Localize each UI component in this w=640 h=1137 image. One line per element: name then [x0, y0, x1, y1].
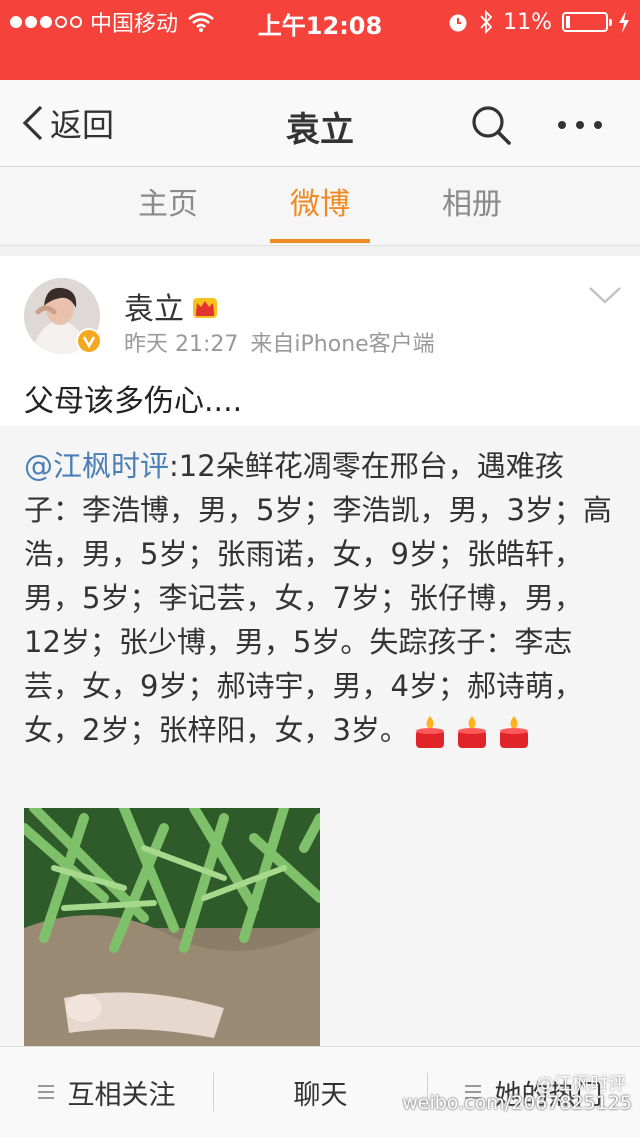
tab-album[interactable]: 相册 [412, 167, 532, 245]
status-bar: 中国移动 上午12:08 11% [0, 0, 640, 80]
charging-icon [619, 11, 629, 33]
author-name[interactable]: 袁立 [124, 284, 184, 328]
candle-icon [457, 716, 486, 748]
post-time: 昨天 21:27 [124, 332, 239, 357]
repost-body: :12朵鲜花凋零在邢台，遇难孩子：李浩博，男，5岁；李浩凯，男，3岁；高浩，男，… [24, 449, 612, 747]
battery-icon [562, 12, 612, 32]
author-row: 袁立 [124, 284, 220, 328]
reposted-content[interactable]: @江枫时评:12朵鲜花凋零在邢台，遇难孩子：李浩博，男，5岁；李浩凯，男，3岁；… [0, 426, 640, 1136]
page-title: 袁立 [286, 110, 354, 150]
chat-button[interactable]: 聊天 [214, 1047, 427, 1137]
repost-image[interactable] [24, 808, 320, 1058]
tab-album-label: 相册 [442, 187, 502, 222]
mention-link[interactable]: @江枫时评 [24, 449, 169, 483]
verified-badge-icon [76, 328, 102, 354]
search-icon[interactable] [470, 104, 512, 146]
flood-photo [24, 808, 320, 1058]
tab-home-label: 主页 [138, 187, 198, 222]
candle-icon [415, 716, 444, 748]
candle-icon [499, 716, 528, 748]
watermark-url: weibo.com/2067825125 [402, 1092, 632, 1114]
post-meta: 昨天 21:27 来自iPhone客户端 [124, 326, 435, 358]
alarm-icon [449, 14, 467, 32]
profile-tabs: 主页 微博 相册 [0, 167, 640, 246]
nav-bar: 返回 袁立 [0, 80, 640, 167]
bluetooth-icon [480, 10, 493, 34]
mutual-follow-button[interactable]: 互相关注 [0, 1047, 213, 1137]
chevron-down-icon[interactable] [588, 284, 622, 306]
post-source: 来自iPhone客户端 [250, 332, 435, 357]
menu-icon [37, 1085, 54, 1099]
candle-emojis [413, 714, 531, 750]
mutual-follow-label: 互相关注 [67, 1079, 176, 1111]
repost-text: @江枫时评:12朵鲜花凋零在邢台，遇难孩子：李浩博，男，5岁；李浩凯，男，3岁；… [24, 444, 616, 752]
more-options-icon[interactable] [556, 110, 604, 140]
tab-weibo[interactable]: 微博 [260, 167, 380, 245]
status-right: 11% [447, 8, 630, 36]
crown-icon [193, 298, 217, 318]
tab-active-indicator [270, 239, 370, 243]
chat-label: 聊天 [293, 1079, 348, 1111]
post-text: 父母该多伤心.... [24, 384, 243, 419]
tab-home[interactable]: 主页 [108, 167, 228, 245]
battery-percent: 11% [503, 9, 552, 35]
tab-weibo-label: 微博 [290, 187, 350, 222]
weibo-post: 袁立 昨天 21:27 来自iPhone客户端 父母该多伤心.... @江枫时评… [0, 256, 640, 1136]
